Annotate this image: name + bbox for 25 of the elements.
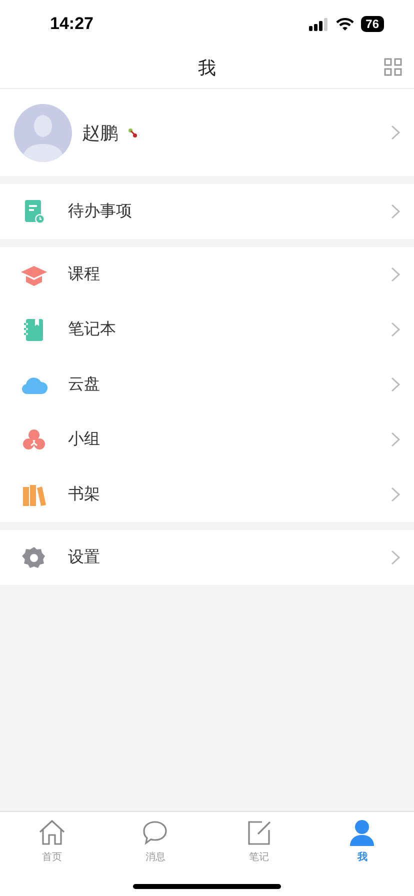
menu-item[interactable]: 课程 <box>0 247 414 302</box>
chevron-icon <box>391 377 400 392</box>
menu-item[interactable]: 设置 <box>0 530 414 585</box>
chevron-icon <box>391 125 400 140</box>
user-name: 赵鹏 <box>82 122 118 144</box>
profile-card[interactable]: 赵鹏 <box>0 89 414 176</box>
battery-level: 76 <box>360 16 384 32</box>
signal-icon <box>308 18 329 30</box>
page-title: 我 <box>198 57 216 80</box>
chevron-icon <box>391 267 400 282</box>
chevron-icon <box>391 487 400 502</box>
chevron-icon <box>391 322 400 337</box>
menu-item[interactable]: 云盘 <box>0 357 414 412</box>
chevron-icon <box>391 432 400 447</box>
menu-item[interactable]: 待办事项 <box>0 184 414 239</box>
menu-item[interactable]: 笔记本 <box>0 302 414 357</box>
qr-code-icon[interactable] <box>384 58 402 76</box>
chevron-icon <box>391 550 400 565</box>
sprig-icon <box>128 128 138 138</box>
menu-item[interactable]: 书架 <box>0 467 414 522</box>
chevron-icon <box>391 204 400 219</box>
status-time: 14:27 <box>50 14 94 34</box>
wifi-icon <box>336 18 354 30</box>
home-icon <box>36 818 67 848</box>
menu-item[interactable]: 小组 <box>0 412 414 467</box>
